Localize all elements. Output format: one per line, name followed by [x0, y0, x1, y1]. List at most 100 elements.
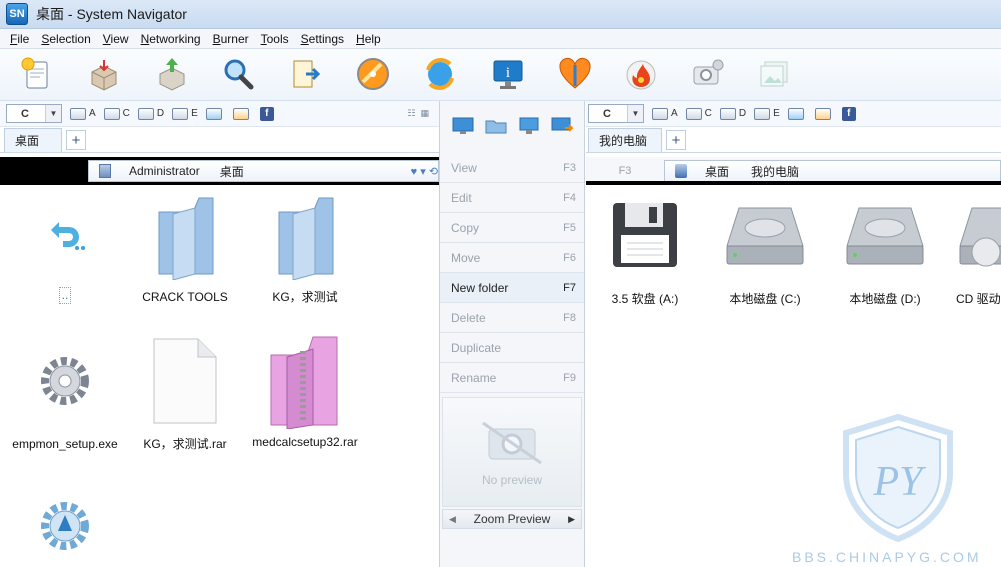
arrow-right-icon[interactable]: ▶ [568, 514, 575, 525]
drive-item-cd[interactable]: CD 驱动 [950, 190, 1001, 307]
facebook-icon[interactable]: f [259, 106, 274, 121]
drive-icon [685, 107, 702, 120]
chinapyg-shield-logo: PY [843, 413, 953, 543]
right-address-root[interactable]: 桌面 [705, 163, 729, 180]
right-address-folder[interactable]: 我的电脑 [751, 163, 799, 180]
action-rename[interactable]: Rename F9 [440, 363, 584, 393]
zoom-preview-bar[interactable]: ◀ Zoom Preview ▶ [442, 509, 582, 529]
drive-item-d[interactable]: 本地磁盘 (D:) [830, 190, 940, 307]
left-drive-d-button[interactable]: D [137, 107, 164, 120]
file-item-kg-rar[interactable]: KG，求测试.rar [130, 335, 240, 452]
file-item-up[interactable]: .. [10, 190, 120, 304]
drive-icon [719, 107, 736, 120]
new-document-icon[interactable] [17, 55, 55, 93]
folder-icon [158, 197, 214, 280]
svg-text:i: i [506, 65, 510, 81]
monitor-user-icon[interactable] [452, 116, 474, 139]
left-add-tab-button[interactable]: + [66, 130, 86, 150]
menu-view[interactable]: View [97, 29, 135, 49]
info-monitor-icon[interactable]: i [489, 55, 527, 93]
app-window: SN 桌面 - System Navigator File Selection … [0, 0, 1001, 567]
action-view[interactable]: View F3 [440, 153, 584, 183]
right-drive-a-button[interactable]: A [652, 107, 678, 120]
right-tab-my-computer[interactable]: 我的电脑 [588, 128, 662, 152]
monitor-arrow-icon[interactable] [551, 116, 573, 139]
cd-drive-icon [959, 207, 1001, 267]
drive-icon [137, 107, 154, 120]
flame-disc-icon[interactable] [622, 55, 660, 93]
main-toolbar: i [0, 49, 1001, 101]
right-drive-e-button[interactable]: E [754, 107, 780, 120]
left-drive-e-button[interactable]: E [172, 107, 198, 120]
open-box-icon[interactable] [85, 55, 123, 93]
action-edit[interactable]: Edit F4 [440, 183, 584, 213]
file-item-medcalc-rar[interactable]: medcalcsetup32.rar [250, 335, 360, 450]
right-drive-c-button[interactable]: C [685, 107, 712, 120]
left-address-user[interactable]: Administrator [129, 164, 200, 178]
menu-settings[interactable]: Settings [295, 29, 350, 49]
right-key-hint: F3 [618, 165, 632, 177]
menu-burner[interactable]: Burner [207, 29, 255, 49]
drive-item-floppy[interactable]: 3.5 软盘 (A:) [590, 190, 700, 307]
left-address-bar[interactable]: Administrator 桌面 ♥ ▾ ⟲ [88, 160, 439, 182]
menu-selection[interactable]: Selection [35, 29, 96, 49]
favorite-drive-icon[interactable] [814, 107, 834, 120]
upload-box-icon[interactable] [153, 55, 191, 93]
left-address-folder[interactable]: 桌面 [220, 163, 244, 180]
left-drive-c-button[interactable]: C [103, 107, 130, 120]
left-tab-desktop[interactable]: 桌面 [4, 128, 62, 152]
drive-item-c[interactable]: 本地磁盘 (C:) [710, 190, 820, 307]
menu-networking[interactable]: Networking [135, 29, 207, 49]
gear-icon [41, 357, 89, 405]
menu-tools[interactable]: Tools [255, 29, 295, 49]
network-drive-icon[interactable] [787, 107, 807, 120]
action-duplicate[interactable]: Duplicate [440, 333, 584, 363]
hard-disk-icon [846, 207, 924, 265]
file-item-kg-folder[interactable]: KG，求测试 [250, 190, 360, 305]
file-item-crack-tools[interactable]: CRACK TOOLS [130, 190, 240, 305]
left-drive-a-button[interactable]: A [70, 107, 96, 120]
chevron-down-icon: ▼ [45, 105, 61, 122]
facebook-icon[interactable]: f [841, 106, 856, 121]
file-item-installer[interactable] [10, 480, 120, 567]
hard-disk-icon [726, 207, 804, 265]
action-delete[interactable]: Delete F8 [440, 303, 584, 333]
network-drive-icon[interactable] [205, 107, 225, 120]
action-copy[interactable]: Copy F5 [440, 213, 584, 243]
folder-nav-icon [99, 164, 111, 178]
search-magnifier-icon[interactable] [219, 55, 257, 93]
arrow-left-icon[interactable]: ◀ [449, 514, 456, 525]
title-bar: SN 桌面 - System Navigator [0, 0, 1001, 29]
right-address-bar[interactable]: 桌面 我的电脑 [664, 160, 1001, 182]
right-add-tab-button[interactable]: + [666, 130, 686, 150]
menu-file[interactable]: File [4, 29, 35, 49]
orange-disc-icon[interactable] [354, 55, 392, 93]
view-mode-icons[interactable]: ☷ ▦ [407, 108, 429, 119]
right-drive-d-button[interactable]: D [719, 107, 746, 120]
heart-shield-icon[interactable] [556, 55, 594, 93]
open-folder-icon[interactable] [485, 116, 507, 139]
chevron-down-icon: ▼ [627, 105, 643, 122]
action-move[interactable]: Move F6 [440, 243, 584, 273]
left-drive-select[interactable]: C ▼ [6, 104, 62, 123]
camera-icon[interactable] [689, 55, 727, 93]
no-preview-text: No preview [481, 473, 543, 487]
installer-gear-icon [41, 502, 89, 550]
menu-help[interactable]: Help [350, 29, 387, 49]
export-document-icon[interactable] [287, 55, 325, 93]
sync-globe-icon[interactable] [421, 55, 459, 93]
address-actions-icon[interactable]: ♥ ▾ ⟲ [411, 165, 438, 178]
action-new-folder[interactable]: New folder F7 [440, 273, 584, 303]
right-drive-select[interactable]: C ▼ [588, 104, 644, 123]
gallery-icon[interactable] [756, 55, 794, 93]
watermark-text: BBS.CHINAPYG.COM [792, 549, 982, 565]
monitor-icon[interactable] [518, 116, 540, 139]
floppy-disk-icon [613, 203, 677, 267]
no-preview-camera-icon [482, 421, 542, 465]
computer-nav-icon [675, 164, 687, 178]
file-item-empmon-setup[interactable]: empmon_setup.exe [10, 335, 120, 452]
middle-view-buttons [440, 101, 584, 153]
favorite-drive-icon[interactable] [232, 107, 252, 120]
left-drive-bar: C ▼ A C D E f ☷ ▦ [0, 101, 439, 127]
left-tab-row: 桌面 + [0, 127, 439, 153]
